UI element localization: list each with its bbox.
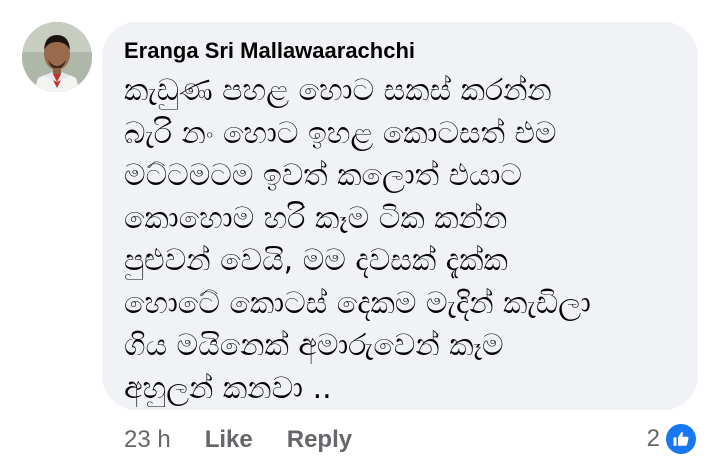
reply-button[interactable]: Reply <box>287 426 352 454</box>
author-name[interactable]: Eranga Sri Mallawaarachchi <box>124 36 678 66</box>
like-button[interactable]: Like <box>205 426 253 454</box>
comment-bubble: Eranga Sri Mallawaarachchi කැඩුණ පහළ හොට… <box>102 22 698 410</box>
avatar[interactable] <box>22 22 92 92</box>
comment-line: අහුලන් කනවා .. <box>124 370 332 406</box>
timestamp[interactable]: 23 h <box>124 426 171 454</box>
comment-actions: 23 h Like Reply <box>124 424 386 456</box>
reaction-summary[interactable]: 2 <box>647 422 698 456</box>
comment-line: මට්ටමටම ඉවත් කලොත් එයාට <box>124 158 522 193</box>
comment-line: පුළුවන් වෙයි, මම දවසක් දැක්ක <box>124 243 508 278</box>
comment-line: හොටේ කොටස් දෙකම මැදින් කැඩිලා <box>124 285 591 321</box>
comment-line: බැරි නං හොට ඉහළ කොටසත් එම <box>124 115 557 151</box>
comment-line: කැඩුණ පහළ හොට සකස් කරන්න <box>124 73 552 108</box>
comment-text: කැඩුණ පහළ හොට සකස් කරන්න බැරි නං හොට ඉහළ… <box>124 70 678 410</box>
like-icon <box>664 422 698 456</box>
reaction-count: 2 <box>646 425 660 452</box>
comment-line: කොහොම හරි කෑම ටික කන්න <box>124 200 508 236</box>
comment-line: ගිය මයිනෙක් අමාරුවෙන් කෑම <box>124 328 504 363</box>
